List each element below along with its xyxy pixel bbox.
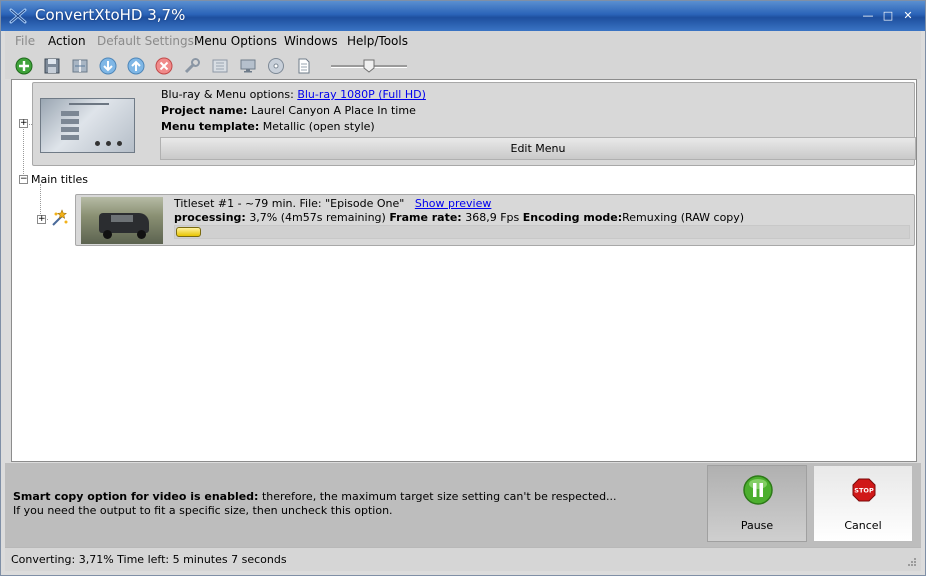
- smart-copy-notice: Smart copy option for video is enabled: …: [13, 490, 617, 503]
- menu-node-expander[interactable]: +: [19, 119, 28, 128]
- window-title: ConvertXtoHD 3,7%: [35, 6, 186, 24]
- menu-template-label: Menu template:: [161, 120, 260, 133]
- pause-label: Pause: [740, 519, 774, 532]
- move-up-icon[interactable]: [127, 57, 145, 75]
- main-titles-label[interactable]: Main titles: [31, 173, 88, 186]
- menu-menu-options[interactable]: Menu Options: [194, 34, 277, 48]
- menu-default-settings[interactable]: Default Settings: [97, 34, 194, 48]
- menu-template-line: Menu template: Metallic (open style): [161, 120, 375, 133]
- titleset-description: Titleset #1 - ~79 min. File: "Episode On…: [174, 197, 405, 210]
- titleset-expander[interactable]: +: [37, 215, 46, 224]
- titleset-card[interactable]: Titleset #1 - ~79 min. File: "Episode On…: [75, 194, 915, 246]
- bluray-options-line: Blu-ray & Menu options: Blu-ray 1080P (F…: [161, 88, 426, 101]
- processing-value: 3,7% (4m57s remaining): [249, 211, 386, 224]
- frame-rate-label: Frame rate:: [389, 211, 462, 224]
- menu-bar: File Action Default Settings Menu Option…: [5, 31, 921, 53]
- project-name-line: Project name: Laurel Canyon A Place In t…: [161, 104, 416, 117]
- maximize-button[interactable]: □: [881, 9, 895, 23]
- close-button[interactable]: ✕: [901, 9, 915, 23]
- tree-connector: [23, 124, 24, 180]
- minimize-button[interactable]: —: [861, 9, 875, 23]
- menu-template-thumbnail: [40, 98, 135, 153]
- menu-file[interactable]: File: [15, 34, 35, 48]
- menu-windows[interactable]: Windows: [284, 34, 338, 48]
- pause-button[interactable]: Pause: [707, 465, 807, 542]
- menu-action[interactable]: Action: [48, 34, 86, 48]
- move-down-icon[interactable]: [99, 57, 117, 75]
- titleset-progress-bar: [174, 225, 910, 239]
- frame-rate-value: 368,9 Fps: [465, 211, 520, 224]
- bluray-options-label: Blu-ray & Menu options:: [161, 88, 294, 101]
- titleset-progress-fill: [176, 227, 201, 237]
- smart-copy-text: therefore, the maximum target size setti…: [261, 490, 617, 503]
- cancel-label: Cancel: [844, 519, 882, 532]
- titleset-thumbnail: [81, 197, 163, 244]
- disc-icon[interactable]: [267, 57, 285, 75]
- show-preview-link[interactable]: Show preview: [415, 197, 492, 210]
- pause-icon: [743, 475, 773, 505]
- document-icon[interactable]: [295, 57, 313, 75]
- monitor-icon[interactable]: [239, 57, 257, 75]
- menu-options-card: Blu-ray & Menu options: Blu-ray 1080P (F…: [32, 82, 916, 166]
- processing-label: processing:: [174, 211, 246, 224]
- titleset-info-line: Titleset #1 - ~79 min. File: "Episode On…: [174, 197, 491, 210]
- stop-sign-icon: STOP: [852, 478, 876, 502]
- encoding-mode-label: Encoding mode:: [522, 211, 623, 224]
- add-icon[interactable]: [15, 57, 33, 75]
- chapters-icon[interactable]: [211, 57, 229, 75]
- resize-grip-icon[interactable]: [907, 557, 917, 567]
- smart-copy-hint: If you need the output to fit a specific…: [13, 504, 393, 517]
- project-tree-panel: + − + Blu-ray & Menu options: Blu-ray 10…: [11, 79, 917, 462]
- save-icon[interactable]: [43, 57, 61, 75]
- encoding-mode-value: Remuxing (RAW copy): [622, 211, 745, 224]
- titleset-status-line: processing: 3,7% (4m57s remaining) Frame…: [174, 211, 744, 224]
- app-window: ConvertXtoHD 3,7% — □ ✕ File Action Defa…: [0, 0, 926, 576]
- edit-menu-button[interactable]: Edit Menu: [160, 137, 916, 160]
- bluray-options-link[interactable]: Blu-ray 1080P (Full HD): [297, 88, 426, 101]
- cancel-button[interactable]: STOP Cancel: [813, 465, 913, 542]
- svg-text:STOP: STOP: [854, 487, 874, 495]
- app-logo-icon: [9, 8, 27, 24]
- zoom-slider-thumb[interactable]: [363, 59, 375, 73]
- status-text: Converting: 3,71% Time left: 5 minutes 7…: [11, 553, 287, 566]
- bottom-info-panel: Smart copy option for video is enabled: …: [5, 463, 921, 547]
- remove-icon[interactable]: [155, 57, 173, 75]
- split-icon[interactable]: [71, 57, 89, 75]
- menu-template-value: Metallic (open style): [262, 120, 375, 133]
- status-bar: Converting: 3,71% Time left: 5 minutes 7…: [5, 547, 921, 571]
- title-bar[interactable]: ConvertXtoHD 3,7% — □ ✕: [1, 1, 925, 31]
- project-name-label: Project name:: [161, 104, 248, 117]
- titleset-wand-icon: [52, 209, 68, 226]
- menu-help-tools[interactable]: Help/Tools: [347, 34, 408, 48]
- project-name-value: Laurel Canyon A Place In time: [250, 104, 416, 117]
- smart-copy-bold: Smart copy option for video is enabled:: [13, 490, 259, 503]
- main-titles-expander[interactable]: −: [19, 175, 28, 184]
- tools-icon[interactable]: [183, 57, 201, 75]
- toolbar: [5, 53, 921, 79]
